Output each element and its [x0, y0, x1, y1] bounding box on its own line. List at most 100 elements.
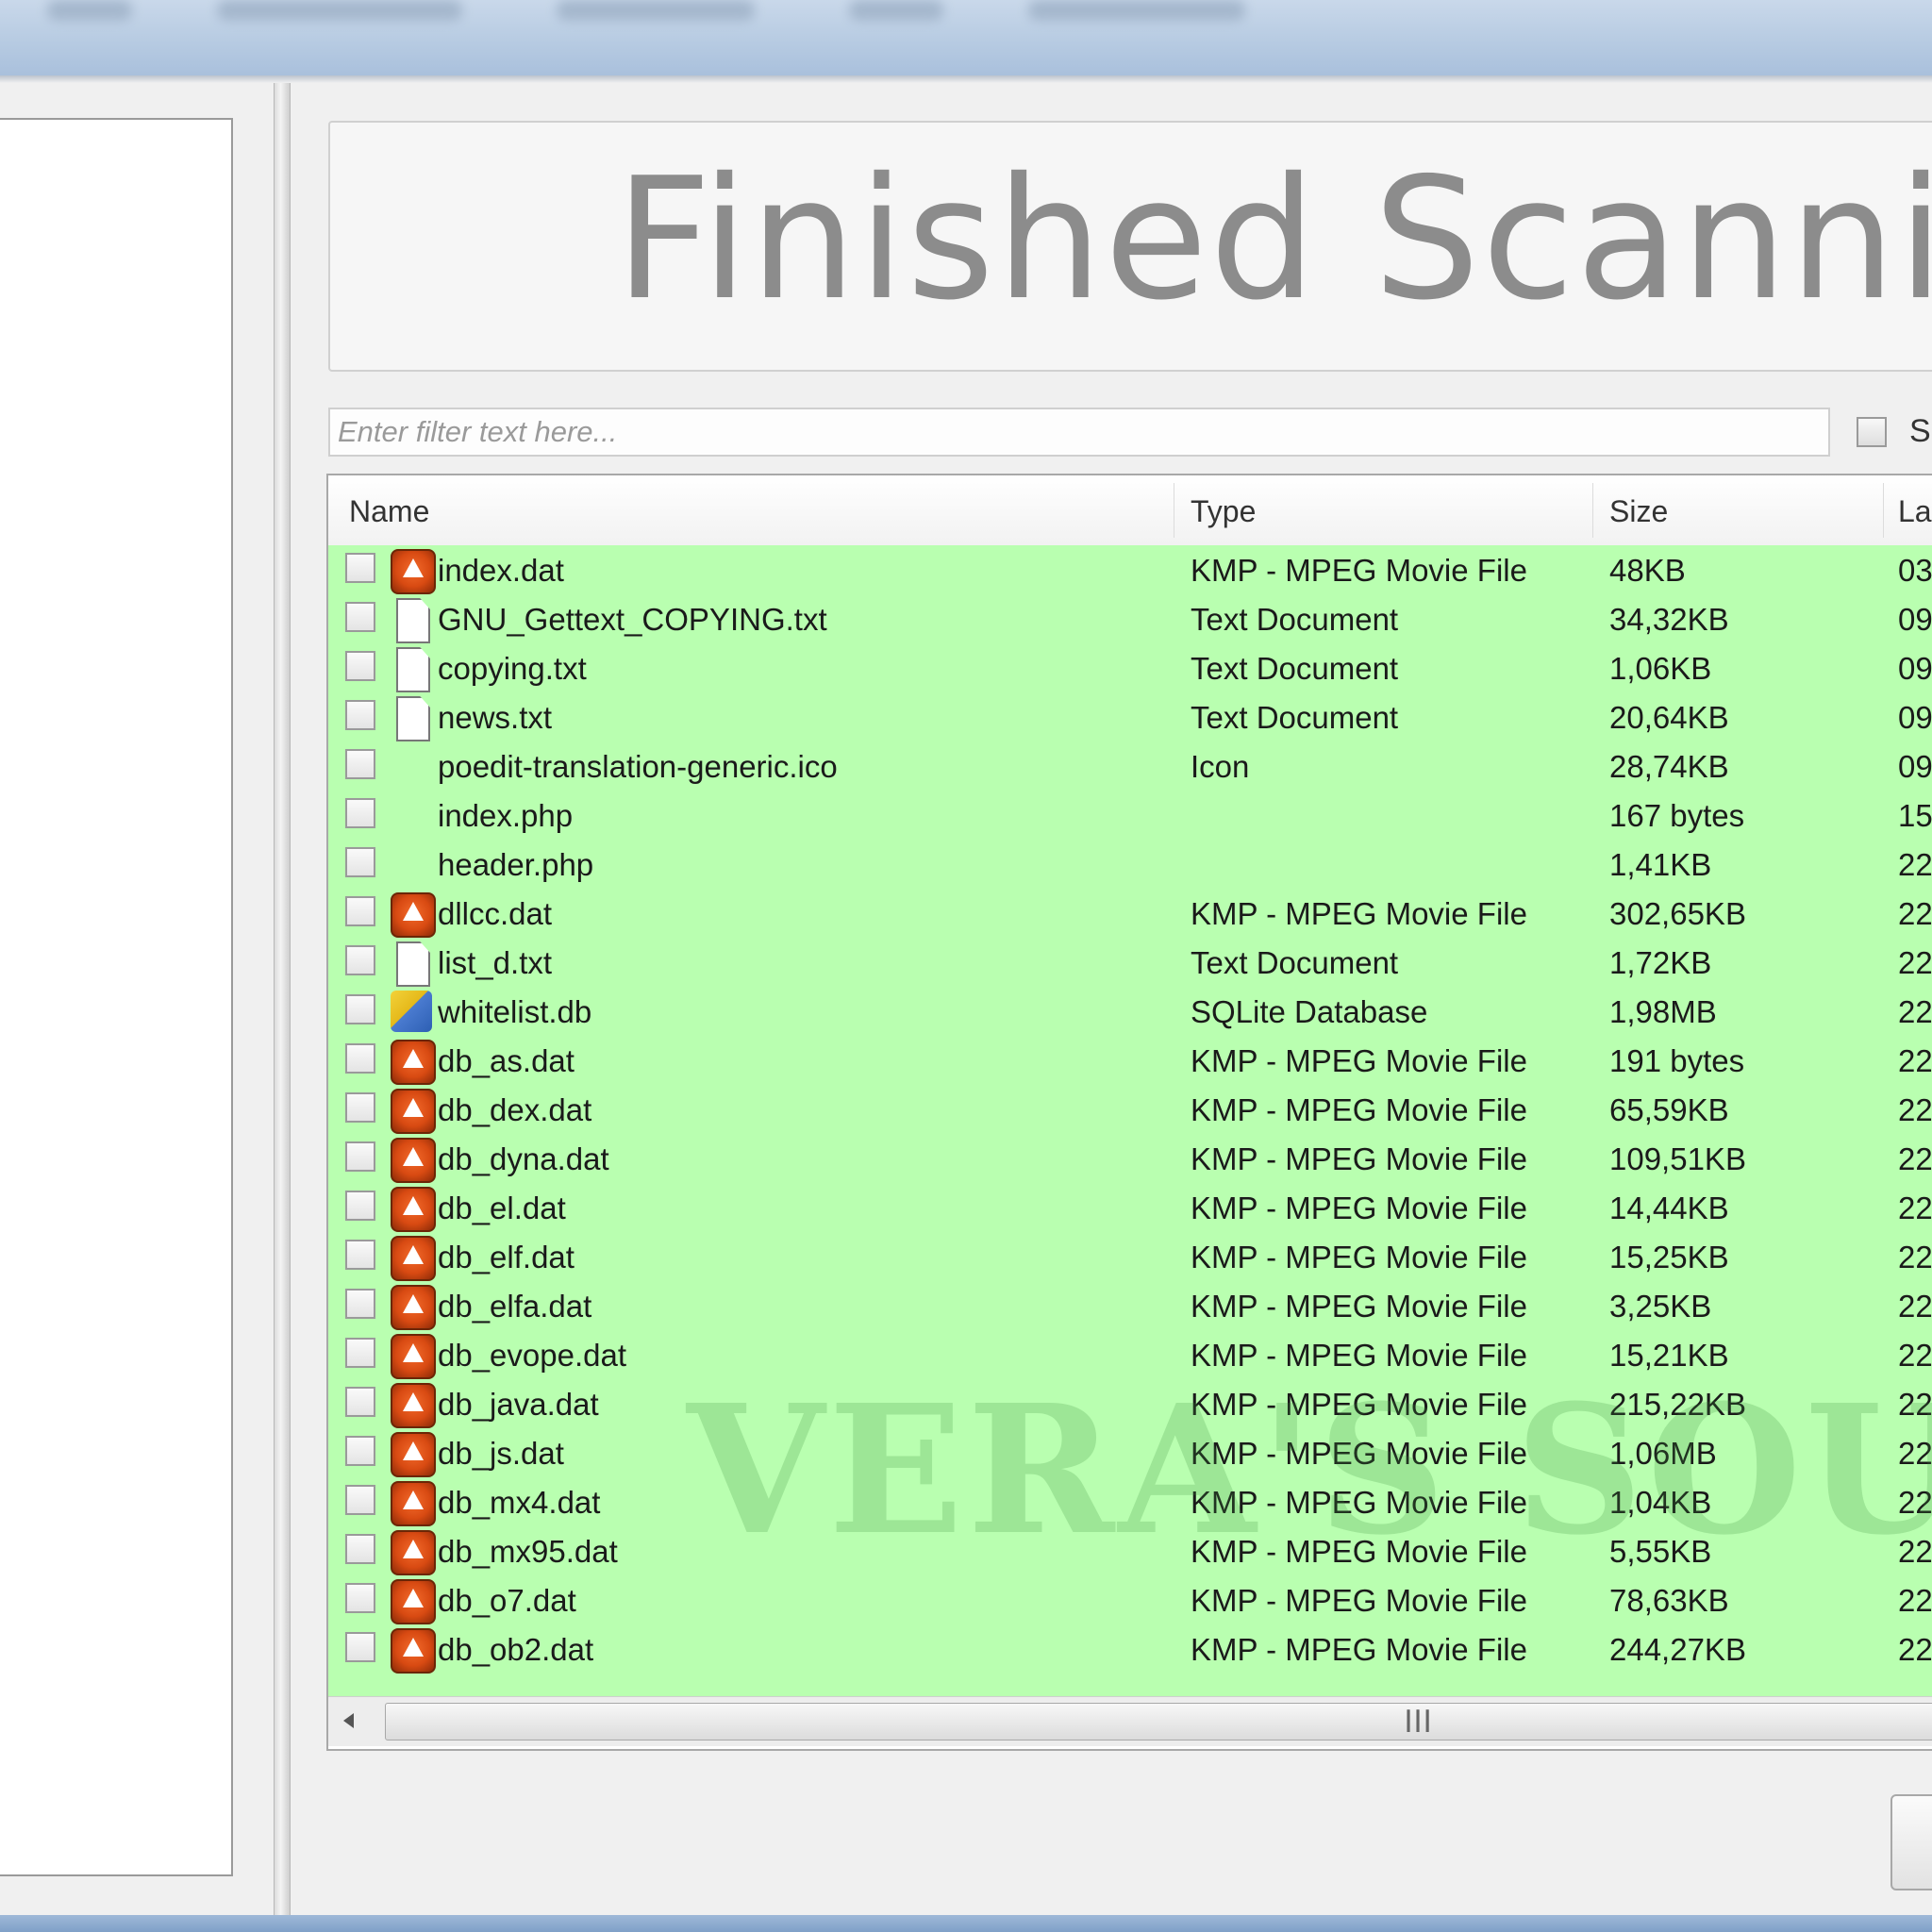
action-button[interactable]: [1890, 1794, 1932, 1890]
table-row[interactable]: whitelist.db SQLite Database 1,98MB 22: [328, 987, 1932, 1036]
file-type: Text Document: [1191, 651, 1399, 686]
select-all-checkbox[interactable]: [1857, 417, 1887, 447]
file-date: 22: [1898, 1289, 1932, 1324]
pane-splitter[interactable]: [274, 83, 291, 1915]
file-size: 65,59KB: [1609, 1092, 1729, 1127]
column-header-last-modified[interactable]: La: [1898, 494, 1932, 529]
table-row[interactable]: db_elf.dat KMP - MPEG Movie File 15,25KB 22: [328, 1232, 1932, 1281]
file-name: index.php: [438, 798, 574, 833]
table-row[interactable]: db_elfa.dat KMP - MPEG Movie File 3,25KB 22: [328, 1281, 1932, 1330]
table-row[interactable]: db_mx95.dat KMP - MPEG Movie File 5,55KB 22: [328, 1526, 1932, 1575]
scrollbar-thumb[interactable]: ┃┃┃: [385, 1703, 1932, 1740]
kmp-file-icon: [391, 1285, 436, 1330]
row-checkbox[interactable]: [345, 1583, 375, 1613]
column-divider[interactable]: [1592, 483, 1593, 538]
file-date: 22: [1898, 994, 1932, 1029]
table-row[interactable]: header.php 1,41KB 22: [328, 840, 1932, 889]
row-checkbox[interactable]: [345, 798, 375, 828]
file-size: 1,06KB: [1609, 651, 1712, 686]
menu-item-blurred[interactable]: [217, 0, 462, 21]
kmp-file-icon: [391, 1383, 436, 1428]
folder-tree-pane[interactable]: [0, 118, 233, 1876]
file-date: 09: [1898, 700, 1932, 735]
file-name: dllcc.dat: [438, 896, 553, 931]
table-row[interactable]: db_el.dat KMP - MPEG Movie File 14,44KB 22: [328, 1183, 1932, 1232]
file-name: header.php: [438, 847, 594, 882]
table-row[interactable]: db_mx4.dat KMP - MPEG Movie File 1,04KB 22: [328, 1477, 1932, 1526]
column-header-name[interactable]: Name: [349, 494, 429, 529]
table-row[interactable]: db_java.dat KMP - MPEG Movie File 215,22KB…: [328, 1379, 1932, 1428]
column-header-size[interactable]: Size: [1609, 494, 1668, 529]
column-divider[interactable]: [1883, 483, 1884, 538]
file-size: 28,74KB: [1609, 749, 1729, 784]
row-checkbox[interactable]: [345, 602, 375, 632]
table-row[interactable]: dllcc.dat KMP - MPEG Movie File 302,65KB 22: [328, 889, 1932, 938]
file-size: 1,72KB: [1609, 945, 1712, 980]
file-size: 1,06MB: [1609, 1436, 1717, 1471]
table-row[interactable]: GNU_Gettext_COPYING.txt Text Document 34,3…: [328, 594, 1932, 643]
file-type: Text Document: [1191, 700, 1399, 735]
table-row[interactable]: index.php 167 bytes 15: [328, 791, 1932, 840]
status-banner: Finished Scanni: [328, 121, 1932, 372]
table-row[interactable]: list_d.txt Text Document 1,72KB 22: [328, 938, 1932, 987]
row-checkbox[interactable]: [345, 749, 375, 779]
kmp-file-icon: [391, 892, 436, 938]
table-row[interactable]: news.txt Text Document 20,64KB 09: [328, 692, 1932, 741]
row-checkbox[interactable]: [345, 994, 375, 1024]
table-row[interactable]: db_dyna.dat KMP - MPEG Movie File 109,51KB…: [328, 1134, 1932, 1183]
file-date: 09: [1898, 651, 1932, 686]
row-checkbox[interactable]: [345, 1534, 375, 1564]
menu-item-blurred[interactable]: [557, 0, 755, 21]
file-date: 22: [1898, 1436, 1932, 1471]
file-list: Name Type Size La index.dat KMP - MPEG Mo…: [326, 474, 1932, 1751]
row-checkbox[interactable]: [345, 1485, 375, 1515]
status-title: Finished Scanni: [615, 142, 1932, 337]
table-row[interactable]: db_evope.dat KMP - MPEG Movie File 15,21KB…: [328, 1330, 1932, 1379]
table-row[interactable]: db_dex.dat KMP - MPEG Movie File 65,59KB 22: [328, 1085, 1932, 1134]
row-checkbox[interactable]: [345, 1141, 375, 1172]
row-checkbox[interactable]: [345, 1436, 375, 1466]
kmp-file-icon: [391, 549, 436, 594]
row-checkbox[interactable]: [345, 1387, 375, 1417]
file-date: 09: [1898, 602, 1932, 637]
row-checkbox[interactable]: [345, 945, 375, 975]
horizontal-scrollbar[interactable]: ┃┃┃: [328, 1696, 1932, 1746]
menu-item-blurred[interactable]: [849, 0, 943, 21]
file-size: 3,25KB: [1609, 1289, 1712, 1324]
file-size: 191 bytes: [1609, 1043, 1745, 1078]
row-checkbox[interactable]: [345, 896, 375, 926]
file-size: 15,21KB: [1609, 1338, 1729, 1373]
file-date: 22: [1898, 1534, 1932, 1569]
row-checkbox[interactable]: [345, 847, 375, 877]
window-bottom-border: [0, 1915, 1932, 1932]
file-name: db_elf.dat: [438, 1240, 575, 1274]
row-checkbox[interactable]: [345, 1240, 375, 1270]
table-row[interactable]: copying.txt Text Document 1,06KB 09: [328, 643, 1932, 692]
table-row[interactable]: db_as.dat KMP - MPEG Movie File 191 bytes 2…: [328, 1036, 1932, 1085]
table-row[interactable]: index.dat KMP - MPEG Movie File 48KB 03: [328, 545, 1932, 594]
row-checkbox[interactable]: [345, 1092, 375, 1123]
file-type: KMP - MPEG Movie File: [1191, 896, 1527, 931]
file-date: 22: [1898, 1043, 1932, 1078]
table-row[interactable]: db_o7.dat KMP - MPEG Movie File 78,63KB 22: [328, 1575, 1932, 1624]
row-checkbox[interactable]: [345, 1632, 375, 1662]
table-row[interactable]: poedit-translation-generic.ico Icon 28,74K…: [328, 741, 1932, 791]
file-name: list_d.txt: [438, 945, 553, 980]
kmp-file-icon: [391, 1040, 436, 1085]
kmp-file-icon: [391, 1579, 436, 1624]
row-checkbox[interactable]: [345, 700, 375, 730]
menu-item-blurred[interactable]: [1028, 0, 1245, 21]
scroll-left-arrow-icon[interactable]: [343, 1713, 354, 1728]
table-row[interactable]: db_ob2.dat KMP - MPEG Movie File 244,27KB 2…: [328, 1624, 1932, 1674]
row-checkbox[interactable]: [345, 651, 375, 681]
row-checkbox[interactable]: [345, 553, 375, 583]
row-checkbox[interactable]: [345, 1191, 375, 1221]
filter-input[interactable]: [328, 408, 1830, 457]
file-type: SQLite Database: [1191, 994, 1428, 1029]
row-checkbox[interactable]: [345, 1043, 375, 1074]
row-checkbox[interactable]: [345, 1289, 375, 1319]
menu-item-blurred[interactable]: [47, 0, 132, 21]
row-checkbox[interactable]: [345, 1338, 375, 1368]
table-row[interactable]: db_js.dat KMP - MPEG Movie File 1,06MB 22: [328, 1428, 1932, 1477]
column-header-type[interactable]: Type: [1191, 494, 1256, 529]
